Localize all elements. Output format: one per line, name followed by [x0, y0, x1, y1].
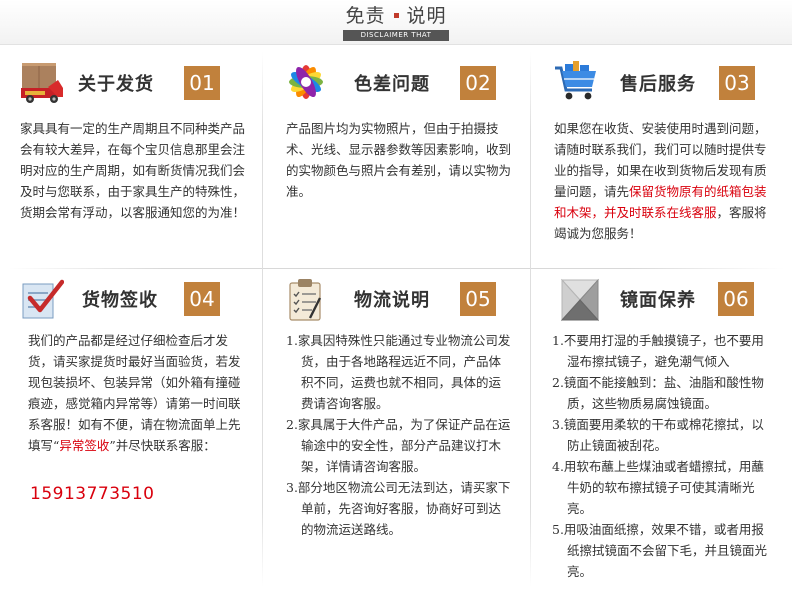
clipboard-icon	[289, 279, 322, 321]
panel-text: 家具具有一定的生产周期且不同种类产品会有较大差异，在每个宝贝信息那里会注明对应的…	[20, 121, 246, 220]
panel-text: 我们的产品都是经过仔细检查后才发货，请买家提货时最好当面验货，若发现包装损坏、包…	[28, 330, 248, 456]
panel-number-badge: 01	[184, 66, 220, 100]
list-item: 2.镜面不能接触到：盐、油脂和酸性物质，这些物质易腐蚀镜面。	[552, 375, 764, 411]
panel-title: 物流说明	[354, 290, 430, 311]
panel-title: 货物签收	[82, 290, 158, 311]
list-item: 3.部分地区物流公司无法到达，请买家下单前，先咨询好客服，协商好可到达的物流运送…	[286, 480, 511, 537]
list-item: 2.家具属于大件产品，为了保证产品在运输途中的安全性，部分产品建议打木架，详情请…	[286, 417, 511, 474]
panel-text: 1.不要用打湿的手触摸镜子，也不要用湿布擦拭镜子，避免潮气倾入 2.镜面不能接触…	[552, 330, 776, 582]
panel-number-badge: 06	[718, 282, 754, 316]
list-item: 4.用软布蘸上些煤油或者蜡擦拭，用蘸牛奶的软布擦拭镜子可使其清晰光亮。	[552, 459, 764, 516]
panel-text: 如果您在收货、安装使用时遇到问题，请随时联系我们，我们可以随时提供专业的指导，如…	[554, 118, 774, 244]
panel-text-start: 我们的产品都是经过仔细检查后才发货，请买家提货时最好当面验货，若发现包装损坏、包…	[28, 333, 241, 453]
panel-color-difference: 色差问题 02 产品图片均为实物照片，但由于拍摄技术、光线、显示器参数等因素影响…	[284, 60, 534, 270]
panel-number-badge: 02	[460, 66, 496, 100]
page-subtitle: DISCLAIMER THAT	[343, 30, 449, 41]
panel-number-badge: 04	[184, 282, 220, 316]
list-item: 5.用吸油面纸擦，效果不错，或者用报纸擦拭镜面不会留下毛，并且镜面光亮。	[552, 522, 768, 579]
shopping-cart-icon	[555, 61, 596, 100]
title-dot	[393, 12, 399, 18]
list-item: 1.不要用打湿的手触摸镜子，也不要用湿布擦拭镜子，避免潮气倾入	[552, 333, 764, 369]
panel-number-badge: 05	[460, 282, 496, 316]
logistics-list: 1.家具因特殊性只能通过专业物流公司发货，由于各地路程远近不同，产品体积不同，运…	[286, 330, 512, 540]
list-item: 3.镜面要用柔软的干布或棉花擦拭，以防止镜面被刮花。	[552, 417, 764, 453]
list-item: 1.家具因特殊性只能通过专业物流公司发货，由于各地路程远近不同，产品体积不同，运…	[286, 333, 511, 411]
panel-title: 关于发货	[78, 74, 154, 95]
crystal-prism-icon	[560, 278, 600, 322]
phone-number: 15913773510	[30, 484, 155, 504]
panel-number-badge: 03	[719, 66, 755, 100]
title-right: 说明	[406, 5, 447, 27]
panel-after-sales: 售后服务 03 如果您在收货、安装使用时遇到问题，请随时联系我们，我们可以随时提…	[554, 60, 792, 270]
checklist-icon	[22, 279, 64, 319]
delivery-truck-icon	[21, 63, 63, 103]
panel-logistics: 物流说明 05 1.家具因特殊性只能通过专业物流公司发货，由于各地路程远近不同，…	[284, 278, 534, 537]
panel-title: 镜面保养	[620, 290, 696, 311]
header: 免责 说明 DISCLAIMER THAT	[0, 0, 792, 45]
panel-goods-receipt: 货物签收 04 我们的产品都是经过仔细检查后才发货，请买家提货时最好当面验货，若…	[20, 278, 270, 504]
panel-title: 售后服务	[620, 74, 696, 95]
panel-mirror-care: 镜面保养 06 1.不要用打湿的手触摸镜子，也不要用湿布擦拭镜子，避免潮气倾入 …	[550, 278, 792, 579]
mirror-care-list: 1.不要用打湿的手触摸镜子，也不要用湿布擦拭镜子，避免潮气倾入 2.镜面不能接触…	[552, 330, 776, 582]
panel-text-end: ”并尽快联系客服：	[109, 438, 216, 453]
panel-text: 1.家具因特殊性只能通过专业物流公司发货，由于各地路程远近不同，产品体积不同，运…	[286, 330, 512, 540]
color-palette-icon	[289, 65, 323, 99]
title-left: 免责	[345, 5, 386, 27]
page-title: 免责 说明	[0, 4, 792, 28]
panel-shipping: 关于发货 01 家具具有一定的生产周期且不同种类产品会有较大差异，在每个宝贝信息…	[20, 60, 270, 270]
panel-text: 产品图片均为实物照片，但由于拍摄技术、光线、显示器参数等因素影响，收到的实物颜色…	[286, 121, 512, 199]
highlight-text: 异常签收	[59, 438, 110, 453]
panel-title: 色差问题	[354, 74, 430, 95]
